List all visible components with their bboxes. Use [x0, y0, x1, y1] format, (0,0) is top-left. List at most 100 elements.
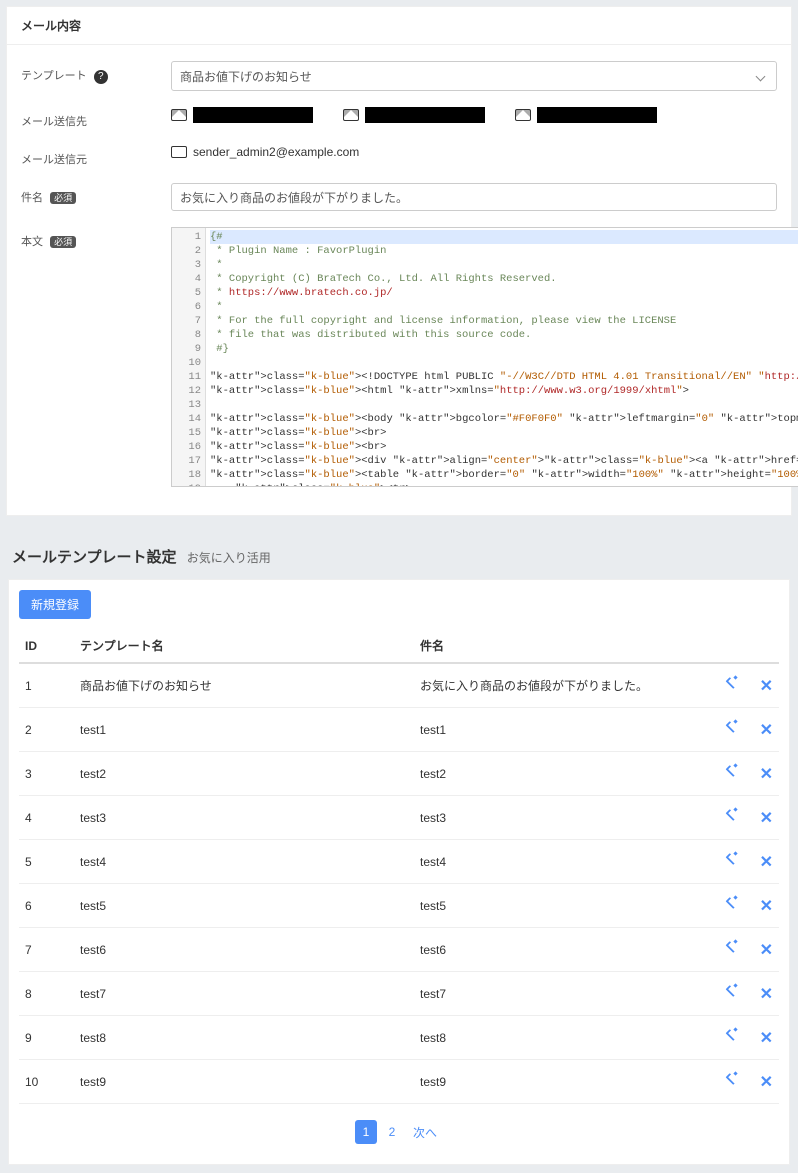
- cell-subject: test2: [414, 752, 689, 796]
- edit-icon[interactable]: [723, 937, 741, 955]
- delete-icon[interactable]: [755, 944, 773, 962]
- cell-name: test9: [74, 1060, 414, 1104]
- redacted-email: [537, 107, 657, 123]
- table-row: 9test8test8: [19, 1016, 779, 1060]
- edit-icon[interactable]: [723, 1069, 741, 1087]
- cell-id: 9: [19, 1016, 74, 1060]
- table-row: 4test3test3: [19, 796, 779, 840]
- delete-icon[interactable]: [755, 1076, 773, 1094]
- sender-row: メール送信元 sender_admin2@example.com: [21, 139, 777, 177]
- cell-id: 3: [19, 752, 74, 796]
- help-icon[interactable]: ?: [94, 70, 108, 84]
- template-list-card: 新規登録 ID テンプレート名 件名 1商品お値下げのお知らせお気に入り商品のお…: [8, 579, 790, 1165]
- table-row: 2test1test1: [19, 708, 779, 752]
- template-table: ID テンプレート名 件名 1商品お値下げのお知らせお気に入り商品のお値段が下が…: [19, 629, 779, 1104]
- table-row: 7test6test6: [19, 928, 779, 972]
- cell-id: 8: [19, 972, 74, 1016]
- edit-icon[interactable]: [723, 717, 741, 735]
- redacted-email: [365, 107, 485, 123]
- code-lines[interactable]: {# * Plugin Name : FavorPlugin * * Copyr…: [206, 228, 798, 486]
- table-row: 3test2test2: [19, 752, 779, 796]
- cell-id: 10: [19, 1060, 74, 1104]
- edit-icon[interactable]: [723, 673, 741, 691]
- store-icon: [171, 146, 187, 158]
- cell-subject: お気に入り商品のお値段が下がりました。: [414, 663, 689, 708]
- delete-icon[interactable]: [755, 1032, 773, 1050]
- panel-title: メール内容: [7, 7, 791, 45]
- subject-label-text: 件名: [21, 192, 43, 204]
- pager-page-1[interactable]: 1: [355, 1120, 377, 1144]
- edit-icon[interactable]: [723, 761, 741, 779]
- cell-actions: [689, 752, 779, 796]
- edit-icon[interactable]: [723, 805, 741, 823]
- recipients-label: メール送信先: [21, 107, 171, 129]
- table-row: 6test5test5: [19, 884, 779, 928]
- chevron-down-icon: [756, 71, 766, 81]
- col-name: テンプレート名: [74, 629, 414, 663]
- required-badge: 必須: [50, 236, 76, 248]
- delete-icon[interactable]: [755, 856, 773, 874]
- code-gutter: 1234567891011121314151617181920212223242…: [172, 228, 206, 486]
- col-subject: 件名: [414, 629, 689, 663]
- delete-icon[interactable]: [755, 768, 773, 786]
- subject-row: 件名 必須: [21, 177, 777, 221]
- template-row: テンプレート ? 商品お値下げのお知らせ: [21, 55, 777, 101]
- col-id: ID: [19, 629, 74, 663]
- edit-icon[interactable]: [723, 849, 741, 867]
- envelope-icon: [343, 109, 359, 121]
- delete-icon[interactable]: [755, 812, 773, 830]
- body-label: 本文 必須: [21, 227, 171, 249]
- delete-icon[interactable]: [755, 900, 773, 918]
- cell-name: test3: [74, 796, 414, 840]
- cell-id: 1: [19, 663, 74, 708]
- table-row: 8test7test7: [19, 972, 779, 1016]
- cell-name: 商品お値下げのお知らせ: [74, 663, 414, 708]
- pager: 1 2 次へ: [19, 1120, 779, 1144]
- subject-input[interactable]: [171, 183, 777, 211]
- template-settings-section: メールテンプレート設定 お気に入り活用 新規登録 ID テンプレート名 件名 1…: [8, 546, 790, 1165]
- cell-subject: test8: [414, 1016, 689, 1060]
- cell-subject: test4: [414, 840, 689, 884]
- edit-icon[interactable]: [723, 893, 741, 911]
- table-row: 1商品お値下げのお知らせお気に入り商品のお値段が下がりました。: [19, 663, 779, 708]
- recipient-item: [171, 107, 313, 123]
- redacted-email: [193, 107, 313, 123]
- cell-subject: test1: [414, 708, 689, 752]
- cell-id: 4: [19, 796, 74, 840]
- pager-next[interactable]: 次へ: [407, 1120, 443, 1144]
- recipients-list: [171, 107, 777, 123]
- cell-name: test1: [74, 708, 414, 752]
- delete-icon[interactable]: [755, 724, 773, 742]
- cell-actions: [689, 663, 779, 708]
- required-badge: 必須: [50, 192, 76, 204]
- template-label: テンプレート ?: [21, 61, 171, 84]
- cell-actions: [689, 884, 779, 928]
- code-editor[interactable]: 1234567891011121314151617181920212223242…: [171, 227, 798, 487]
- cell-name: test4: [74, 840, 414, 884]
- cell-name: test8: [74, 1016, 414, 1060]
- section-subtitle: お気に入り活用: [187, 551, 271, 565]
- cell-actions: [689, 928, 779, 972]
- cell-actions: [689, 796, 779, 840]
- delete-icon[interactable]: [755, 988, 773, 1006]
- new-template-button[interactable]: 新規登録: [19, 590, 91, 619]
- template-select[interactable]: 商品お値下げのお知らせ: [171, 61, 777, 91]
- cell-actions: [689, 840, 779, 884]
- pager-page-2[interactable]: 2: [381, 1120, 403, 1144]
- edit-icon[interactable]: [723, 1025, 741, 1043]
- sender-item: sender_admin2@example.com: [171, 145, 777, 159]
- col-actions: [689, 629, 779, 663]
- section-title: メールテンプレート設定 お気に入り活用: [12, 546, 786, 567]
- envelope-icon: [171, 109, 187, 121]
- cell-name: test6: [74, 928, 414, 972]
- edit-icon[interactable]: [723, 981, 741, 999]
- cell-id: 7: [19, 928, 74, 972]
- cell-subject: test6: [414, 928, 689, 972]
- cell-actions: [689, 1016, 779, 1060]
- delete-icon[interactable]: [755, 680, 773, 698]
- table-row: 5test4test4: [19, 840, 779, 884]
- cell-id: 2: [19, 708, 74, 752]
- body-row: 本文 必須 1234567891011121314151617181920212…: [21, 221, 777, 497]
- template-label-text: テンプレート: [21, 70, 87, 82]
- cell-actions: [689, 972, 779, 1016]
